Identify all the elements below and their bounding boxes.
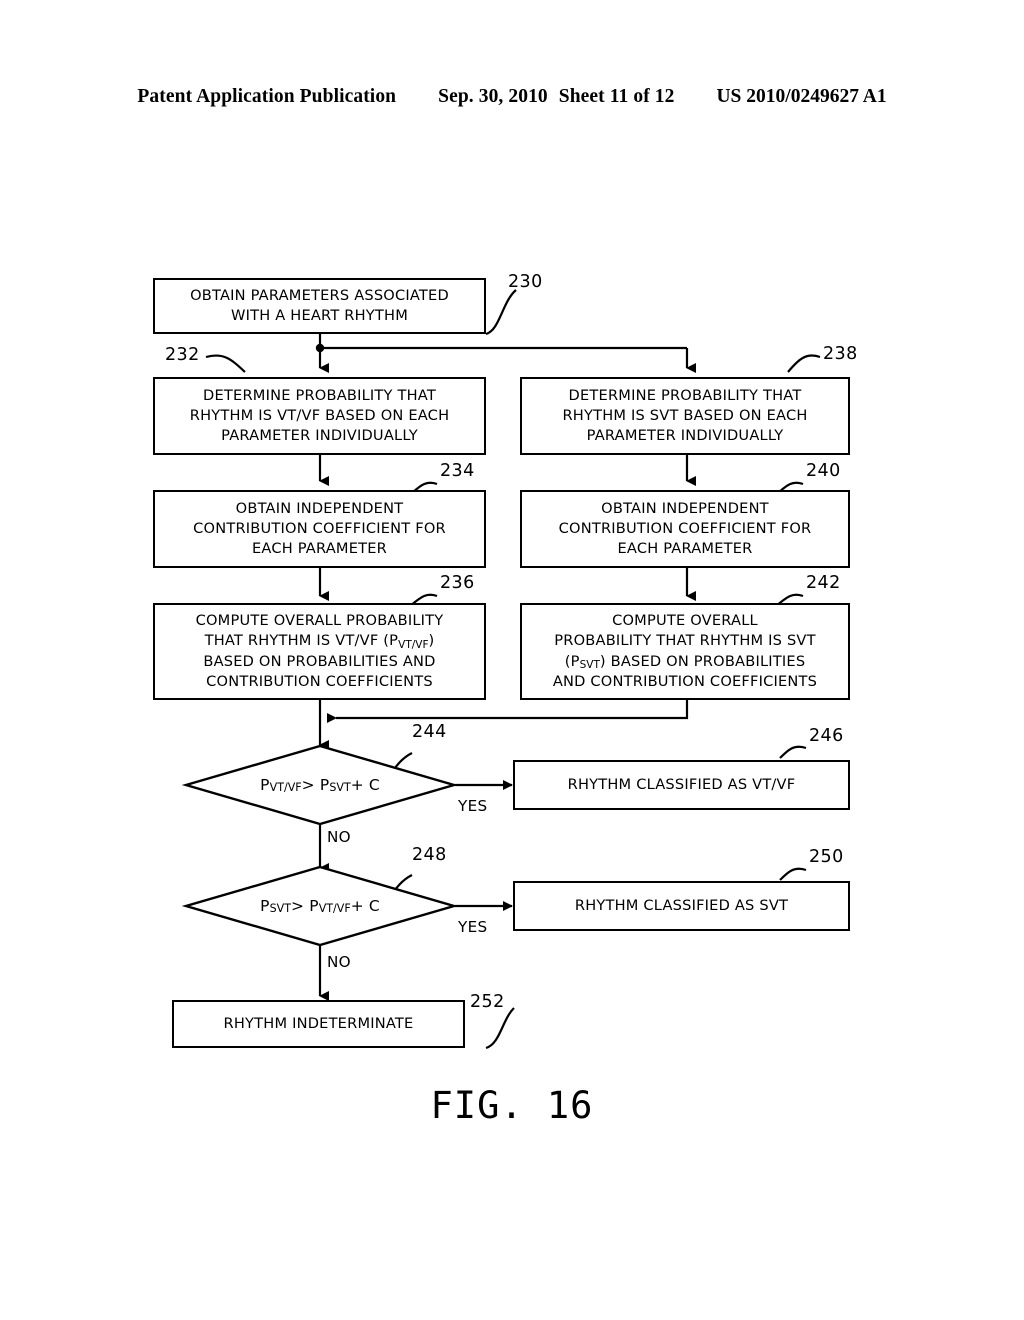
branch-label-244-yes: YES — [458, 797, 488, 815]
decision-diamond-248[interactable]: P SVT > P VT/VF + C — [181, 865, 459, 947]
ref-number-250: 250 — [809, 847, 844, 867]
ref-number-234: 234 — [440, 461, 475, 481]
ref-number-242: 242 — [806, 573, 841, 593]
process-box-230-text: OBTAIN PARAMETERS ASSOCIATED WITH A HEART… — [190, 286, 449, 324]
process-box-246-text: RHYTHM CLASSIFIED AS VT/VF — [567, 775, 796, 793]
process-box-236[interactable]: COMPUTE OVERALL PROBABILITY THAT RHYTHM I… — [153, 603, 486, 700]
process-box-234-text: OBTAIN INDEPENDENT CONTRIBUTION COEFFICIE… — [193, 499, 446, 558]
process-box-238[interactable]: DETERMINE PROBABILITY THAT RHYTHM IS SVT … — [520, 377, 850, 455]
ref-number-248: 248 — [412, 845, 447, 865]
process-box-242-text: COMPUTE OVERALL PROBABILITY THAT RHYTHM I… — [552, 612, 818, 690]
branch-label-248-no: NO — [327, 953, 351, 971]
ref-number-236: 236 — [440, 573, 475, 593]
ref-number-232: 232 — [165, 345, 200, 365]
figure-caption: FIG. 16 — [430, 1084, 594, 1127]
process-box-236-text: COMPUTE OVERALL PROBABILITY THAT RHYTHM I… — [195, 612, 444, 690]
leader-246 — [779, 745, 807, 759]
leader-252 — [485, 1007, 515, 1050]
decision-248-label: P SVT > P VT/VF + C — [260, 897, 380, 916]
process-box-238-text: DETERMINE PROBABILITY THAT RHYTHM IS SVT … — [562, 386, 808, 445]
process-box-252[interactable]: RHYTHM INDETERMINATE — [172, 1000, 465, 1048]
process-box-240[interactable]: OBTAIN INDEPENDENT CONTRIBUTION COEFFICIE… — [520, 490, 850, 568]
process-box-252-text: RHYTHM INDETERMINATE — [223, 1014, 414, 1032]
branch-label-244-no: NO — [327, 828, 351, 846]
process-box-250-text: RHYTHM CLASSIFIED AS SVT — [574, 896, 789, 914]
ref-number-238: 238 — [823, 344, 858, 364]
ref-number-240: 240 — [806, 461, 841, 481]
process-box-240-text: OBTAIN INDEPENDENT CONTRIBUTION COEFFICIE… — [558, 499, 812, 558]
leader-250 — [779, 867, 807, 881]
process-box-232[interactable]: DETERMINE PROBABILITY THAT RHYTHM IS VT/V… — [153, 377, 486, 455]
process-box-242[interactable]: COMPUTE OVERALL PROBABILITY THAT RHYTHM I… — [520, 603, 850, 700]
leader-232 — [205, 354, 246, 373]
process-box-250[interactable]: RHYTHM CLASSIFIED AS SVT — [513, 881, 850, 931]
connector-242-merge-to-main — [327, 700, 689, 723]
branch-label-248-yes: YES — [458, 918, 488, 936]
decision-244-label: P VT/VF > P SVT + C — [260, 776, 380, 795]
process-box-246[interactable]: RHYTHM CLASSIFIED AS VT/VF — [513, 760, 850, 810]
ref-number-252: 252 — [470, 992, 505, 1012]
leader-238 — [787, 354, 821, 373]
decision-diamond-244[interactable]: P VT/VF > P SVT + C — [181, 744, 459, 826]
leader-230 — [485, 289, 517, 336]
process-box-232-text: DETERMINE PROBABILITY THAT RHYTHM IS VT/V… — [189, 386, 450, 445]
ref-number-246: 246 — [809, 726, 844, 746]
process-box-234[interactable]: OBTAIN INDEPENDENT CONTRIBUTION COEFFICIE… — [153, 490, 486, 568]
ref-number-230: 230 — [508, 272, 543, 292]
ref-number-244: 244 — [412, 722, 447, 742]
process-box-230[interactable]: OBTAIN PARAMETERS ASSOCIATED WITH A HEART… — [153, 278, 486, 334]
